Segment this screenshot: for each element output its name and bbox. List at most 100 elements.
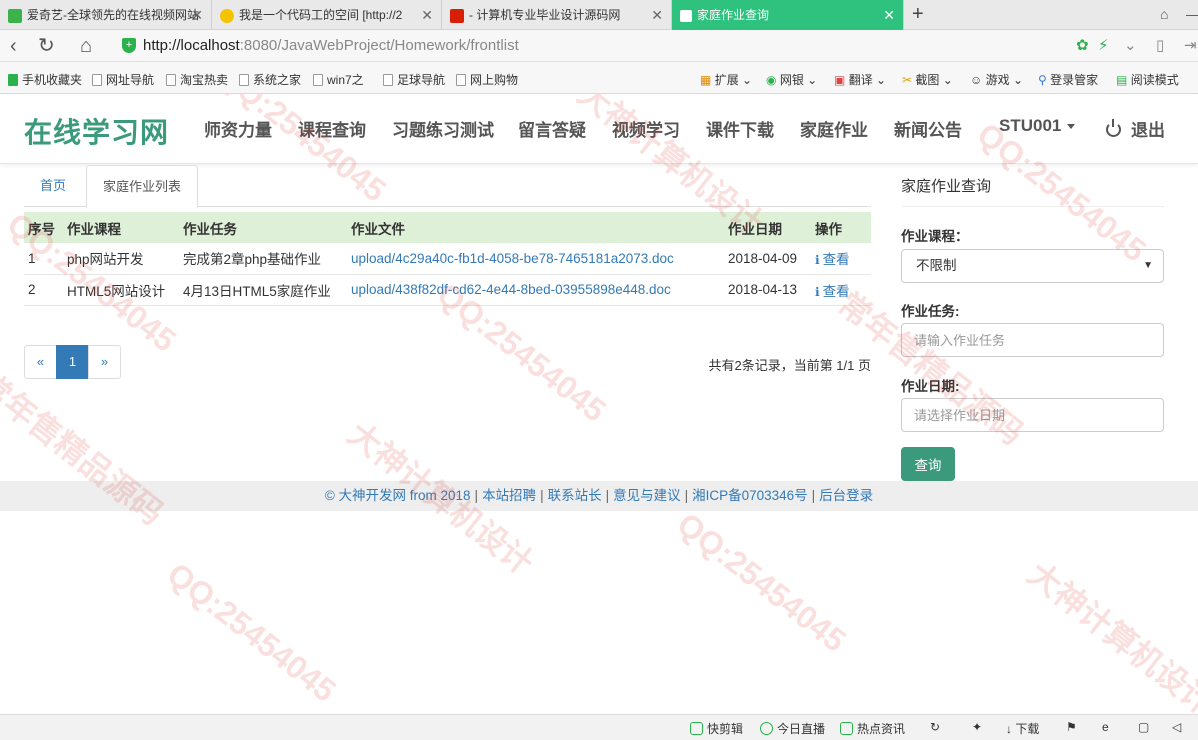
- watermark-text: QQ:25454045: [160, 555, 343, 709]
- play-icon: [760, 722, 773, 735]
- back-icon[interactable]: ‹: [10, 34, 17, 58]
- site-brand[interactable]: 在线学习网: [24, 111, 169, 151]
- home-icon[interactable]: ⌂: [80, 34, 92, 58]
- course-select[interactable]: 不限制 ▼: [901, 249, 1164, 283]
- status-news[interactable]: 热点资讯: [840, 720, 905, 737]
- bookmark-item[interactable]: win7之: [313, 71, 364, 88]
- toolbar-reading-mode[interactable]: ▤ 阅读模式: [1116, 71, 1179, 88]
- prev-page-button[interactable]: «: [24, 345, 57, 379]
- volume-icon[interactable]: ◁: [1172, 720, 1181, 734]
- nav-news[interactable]: 新闻公告: [894, 116, 962, 141]
- speed-icon[interactable]: ✿: [1076, 36, 1089, 54]
- tab-home[interactable]: 首页: [24, 165, 82, 207]
- url-path: :8080/JavaWebProject/Homework/frontlist: [239, 37, 519, 54]
- table-header-row: 序号 作业课程 作业任务 作业文件 作业日期 操作: [24, 212, 871, 243]
- page-icon: [313, 74, 323, 86]
- flag-icon[interactable]: ⚑: [1066, 720, 1077, 734]
- browser-statusbar: 快剪辑 今日直播 热点资讯 ↻ ✦ ↓ 下载 ⚑ e ▢ ◁: [0, 714, 1198, 740]
- footer-link-contact[interactable]: 联系站长: [548, 488, 602, 503]
- status-live[interactable]: 今日直播: [760, 720, 825, 737]
- cell-date: 2018-04-09: [724, 243, 811, 275]
- view-button[interactable]: ℹ 查看: [811, 243, 871, 275]
- pin-icon[interactable]: ✦: [972, 720, 982, 734]
- info-icon: ℹ: [815, 284, 820, 299]
- nav-videos[interactable]: 视频学习: [612, 116, 680, 141]
- browser-tab-source[interactable]: - 计算机专业毕业设计源码网 ✕: [442, 0, 672, 30]
- close-icon[interactable]: ✕: [421, 0, 433, 30]
- bookmark-item[interactable]: 网址导航: [92, 71, 154, 88]
- bookmarks-bar: 手机收藏夹 网址导航 淘宝热卖 系统之家 win7之 足球导航 网上购物 ▦ 扩…: [0, 62, 1198, 94]
- footer-link-icp[interactable]: 湘ICP备0703346号: [692, 488, 808, 503]
- bookmark-item[interactable]: 网上购物: [456, 71, 518, 88]
- gamepad-icon: ☺: [970, 73, 983, 87]
- window-icon[interactable]: ▢: [1138, 720, 1149, 734]
- nav-downloads[interactable]: 课件下载: [706, 116, 774, 141]
- url-host: http://localhost: [143, 37, 240, 54]
- toolbar-screenshot[interactable]: ✂ 截图 ⌄: [902, 71, 953, 88]
- table-row: 1 php网站开发 完成第2章php基础作业 upload/4c29a40c-f…: [24, 243, 871, 275]
- browser-tab-space[interactable]: 我是一个代码工的空间 [http://2 ✕: [212, 0, 442, 30]
- nav-messages[interactable]: 留言答疑: [518, 116, 586, 141]
- bookmark-item[interactable]: 手机收藏夹: [8, 71, 82, 88]
- footer-link-jobs[interactable]: 本站招聘: [482, 488, 536, 503]
- nav-courses[interactable]: 课程查询: [298, 116, 366, 141]
- bookmark-item[interactable]: 系统之家: [239, 71, 301, 88]
- close-icon[interactable]: ✕: [191, 0, 203, 30]
- toolbar-extensions[interactable]: ▦ 扩展 ⌄: [700, 71, 752, 88]
- file-link[interactable]: upload/438f82df-cd62-4e44-8bed-03955898e…: [351, 282, 671, 297]
- chevron-down-icon[interactable]: ⌄: [1124, 36, 1137, 54]
- nav-teachers[interactable]: 师资力量: [204, 116, 272, 141]
- toolbar-games[interactable]: ☺ 游戏 ⌄: [970, 71, 1023, 88]
- toolbar-translate[interactable]: ▣ 翻译 ⌄: [834, 71, 886, 88]
- task-input[interactable]: [901, 323, 1164, 357]
- page-button[interactable]: 1: [56, 345, 89, 379]
- cell-task: 4月13日HTML5家庭作业: [179, 274, 347, 306]
- tab-title: - 计算机专业毕业设计源码网: [469, 8, 621, 22]
- status-download[interactable]: ↓ 下载: [1006, 720, 1039, 737]
- close-icon[interactable]: ✕: [883, 0, 895, 30]
- exit-icon[interactable]: ⇥: [1184, 36, 1197, 54]
- nav-homework[interactable]: 家庭作业: [800, 116, 868, 141]
- file-link[interactable]: upload/4c29a40c-fb1d-4058-be78-7465181a2…: [351, 251, 674, 266]
- grid-icon: ▦: [700, 73, 712, 87]
- tab-homework-list[interactable]: 家庭作业列表: [86, 165, 199, 208]
- caret-down-icon: ▼: [1143, 260, 1153, 271]
- ie-icon[interactable]: e: [1102, 720, 1109, 734]
- bookmark-item[interactable]: 足球导航: [383, 71, 445, 88]
- query-button[interactable]: 查询: [901, 447, 955, 481]
- footer-link-feedback[interactable]: 意见与建议: [613, 488, 681, 503]
- user-menu[interactable]: STU001: [999, 116, 1076, 136]
- new-tab-button[interactable]: +: [912, 0, 924, 30]
- next-page-button[interactable]: »: [88, 345, 121, 379]
- footer-copyright[interactable]: © 大神开发网 from 2018: [325, 488, 471, 503]
- date-input[interactable]: [901, 398, 1164, 432]
- phone-icon[interactable]: ▯: [1156, 36, 1164, 54]
- toolbar-bank[interactable]: ◉ 网银 ⌄: [766, 71, 817, 88]
- pagination: « 1 »: [24, 345, 121, 379]
- refresh-icon[interactable]: ↻: [930, 720, 940, 734]
- footer-link-admin[interactable]: 后台登录: [819, 488, 873, 503]
- toolbar-login-manager[interactable]: ⚲ 登录管家: [1038, 71, 1098, 88]
- minimize-icon[interactable]: —: [1186, 6, 1198, 22]
- refresh-icon[interactable]: ↻: [38, 34, 55, 58]
- scissors-icon: ✂: [902, 73, 913, 87]
- page-icon: [456, 74, 466, 86]
- site-navbar: 在线学习网 师资力量 课程查询 习题练习测试 留言答疑 视频学习 课件下载 家庭…: [0, 94, 1198, 164]
- browser-tab-homework[interactable]: 家庭作业查询 ✕: [672, 0, 904, 30]
- table-row: 2 HTML5网站设计 4月13日HTML5家庭作业 upload/438f82…: [24, 274, 871, 306]
- logout-button[interactable]: 退出: [1106, 116, 1165, 141]
- page-icon: [383, 74, 393, 86]
- status-quick-edit[interactable]: 快剪辑: [690, 720, 743, 737]
- cell-no: 1: [24, 243, 63, 275]
- lightning-icon[interactable]: ⚡: [1098, 36, 1109, 54]
- shirt-icon[interactable]: ⌂: [1160, 6, 1168, 22]
- bookmark-item[interactable]: 淘宝热卖: [166, 71, 228, 88]
- browser-tab-iqiyi[interactable]: 爱奇艺-全球领先的在线视频网站 ✕: [0, 0, 212, 30]
- url-input[interactable]: http://localhost:8080/JavaWebProject/Hom…: [143, 37, 519, 54]
- close-icon[interactable]: ✕: [651, 0, 663, 30]
- nav-exercises[interactable]: 习题练习测试: [392, 116, 494, 141]
- course-label: 作业课程：: [901, 229, 969, 244]
- view-button[interactable]: ℹ 查看: [811, 274, 871, 306]
- homework-table: 序号 作业课程 作业任务 作业文件 作业日期 操作 1 php网站开发 完成第2…: [24, 212, 871, 306]
- date-label: 作业日期:: [901, 379, 960, 394]
